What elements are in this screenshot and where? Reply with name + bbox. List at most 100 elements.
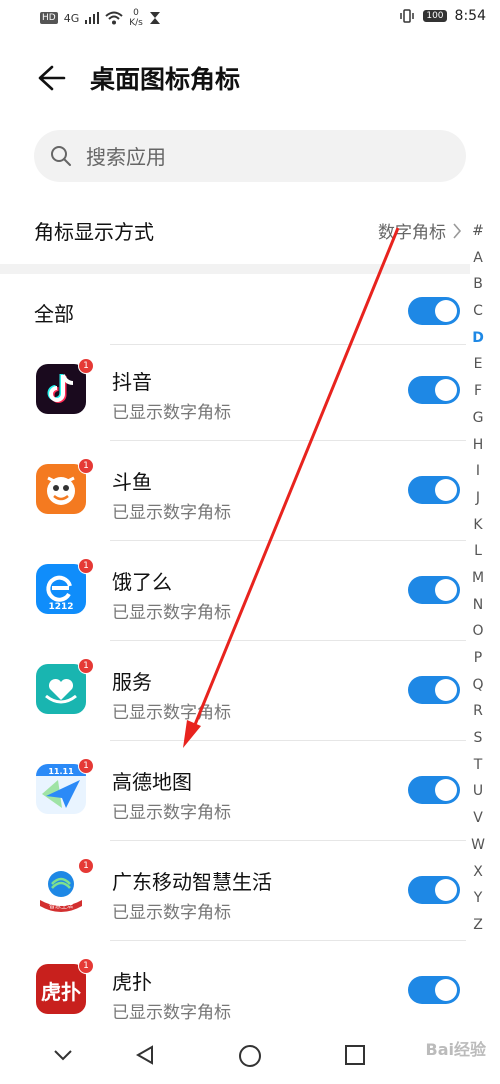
battery-indicator: 100: [423, 10, 447, 22]
app-toggle-hupu[interactable]: [408, 976, 460, 1004]
back-triangle-icon[interactable]: [134, 1044, 156, 1066]
app-name: 斗鱼: [112, 470, 152, 494]
index-letter[interactable]: I: [476, 458, 480, 485]
index-letter[interactable]: G: [473, 405, 484, 432]
index-letter[interactable]: V: [473, 805, 483, 832]
app-name: 高德地图: [112, 770, 192, 794]
notification-badge: 1: [78, 758, 94, 774]
index-letter[interactable]: A: [473, 245, 483, 272]
notification-badge: 1: [78, 958, 94, 974]
douyin-app-icon: [36, 364, 86, 414]
app-status: 已显示数字角标: [112, 503, 231, 523]
app-toggle-douyu[interactable]: [408, 476, 460, 504]
eleme-icon-label: 1212: [48, 602, 73, 612]
search-bar[interactable]: [34, 130, 466, 182]
index-letter[interactable]: K: [473, 512, 482, 539]
signal-icon: [85, 12, 100, 24]
hourglass-icon: [149, 12, 160, 24]
index-letter[interactable]: E: [474, 351, 483, 378]
collapse-icon[interactable]: [52, 1044, 74, 1066]
index-letter[interactable]: N: [473, 592, 483, 619]
index-letter[interactable]: C: [473, 298, 483, 325]
clock: 8:54: [454, 8, 486, 24]
header: 桌面图标角标: [0, 48, 500, 112]
notification-badge: 1: [78, 658, 94, 674]
index-letter[interactable]: P: [474, 645, 482, 672]
index-letter[interactable]: W: [471, 832, 485, 859]
index-letter[interactable]: X: [473, 859, 483, 886]
index-letter[interactable]: U: [473, 778, 483, 805]
app-row-gd-mobile: 智慧生活 1 广东移动智慧生活 已显示数字角标: [0, 840, 470, 940]
app-status: 已显示数字角标: [112, 1003, 231, 1023]
index-letter[interactable]: B: [473, 271, 483, 298]
index-letter[interactable]: O: [472, 618, 483, 645]
app-status: 已显示数字角标: [112, 603, 231, 623]
recents-square-icon[interactable]: [344, 1044, 366, 1066]
service-app-icon: [36, 664, 86, 714]
app-row-hupu: 虎扑 1 虎扑 已显示数字角标: [0, 940, 470, 1040]
search-input[interactable]: [84, 140, 448, 174]
app-status: 已显示数字角标: [112, 703, 231, 723]
index-letter[interactable]: F: [474, 378, 482, 405]
back-arrow-icon: [38, 65, 66, 91]
hd-badge: HD: [40, 12, 58, 24]
app-status: 已显示数字角标: [112, 903, 231, 923]
app-toggle-eleme[interactable]: [408, 576, 460, 604]
app-status: 已显示数字角标: [112, 403, 231, 423]
index-letter[interactable]: Z: [473, 912, 483, 939]
index-letter[interactable]: H: [473, 432, 484, 459]
status-bar: HD 4G 0 K/s 100 8:54: [0, 0, 500, 40]
index-letter[interactable]: R: [473, 698, 483, 725]
app-name: 服务: [112, 670, 152, 694]
wifi-icon: [105, 11, 123, 25]
app-row-gaode: 11.11 1 高德地图 已显示数字角标: [0, 740, 470, 840]
douyu-app-icon: [36, 464, 86, 514]
index-letter[interactable]: L: [474, 538, 482, 565]
app-name: 广东移动智慧生活: [112, 870, 272, 894]
index-letter[interactable]: S: [474, 725, 483, 752]
page-title: 桌面图标角标: [90, 65, 241, 94]
home-circle-icon[interactable]: [238, 1044, 262, 1068]
index-letter[interactable]: Y: [474, 885, 483, 912]
app-name: 饿了么: [112, 570, 172, 594]
signal-label: 4G: [63, 11, 80, 25]
app-toggle-service[interactable]: [408, 676, 460, 704]
index-letter[interactable]: J: [476, 485, 480, 512]
vibrate-icon: [400, 9, 415, 23]
app-name: 虎扑: [112, 970, 152, 994]
badge-display-mode-label: 角标显示方式: [34, 220, 154, 244]
badge-display-mode-value: 数字角标: [378, 223, 446, 243]
app-name: 抖音: [112, 370, 152, 394]
app-row-douyu: 1 斗鱼 已显示数字角标: [0, 440, 470, 540]
gd-mobile-icon-label: 智慧生活: [49, 902, 73, 910]
app-row-douyin: 1 抖音 已显示数字角标: [0, 340, 470, 440]
net-speed-unit: K/s: [129, 18, 143, 28]
search-icon: [51, 146, 71, 166]
eleme-app-icon: 1212: [36, 564, 86, 614]
notification-badge: 1: [78, 558, 94, 574]
index-letter[interactable]: T: [474, 752, 483, 779]
gd-mobile-app-icon: 智慧生活: [36, 864, 86, 914]
all-apps-label: 全部: [34, 302, 74, 326]
hupu-icon-label: 虎扑: [41, 980, 81, 1004]
app-row-service: 1 服务 已显示数字角标: [0, 640, 470, 740]
app-toggle-gd-mobile[interactable]: [408, 876, 460, 904]
app-toggle-douyin[interactable]: [408, 376, 460, 404]
notification-badge: 1: [78, 458, 94, 474]
index-letter[interactable]: D: [472, 325, 484, 352]
notification-badge: 1: [78, 358, 94, 374]
badge-display-mode-row[interactable]: 角标显示方式 数字角标: [0, 200, 470, 260]
hupu-app-icon: 虎扑: [36, 964, 86, 1014]
all-apps-toggle[interactable]: [408, 297, 460, 325]
back-button[interactable]: [30, 58, 70, 98]
all-apps-row: 全部: [0, 282, 470, 342]
index-letter[interactable]: #: [472, 218, 484, 245]
alphabet-index[interactable]: # A B C D E F G H I J K L M N O P Q R S T U V W X Y Z: [466, 218, 490, 939]
index-letter[interactable]: Q: [472, 672, 483, 699]
watermark: Bai经验: [425, 1040, 486, 1059]
app-status: 已显示数字角标: [112, 803, 231, 823]
notification-badge: 1: [78, 858, 94, 874]
app-toggle-gaode[interactable]: [408, 776, 460, 804]
gaode-icon-label: 11.11: [48, 767, 74, 776]
index-letter[interactable]: M: [472, 565, 484, 592]
